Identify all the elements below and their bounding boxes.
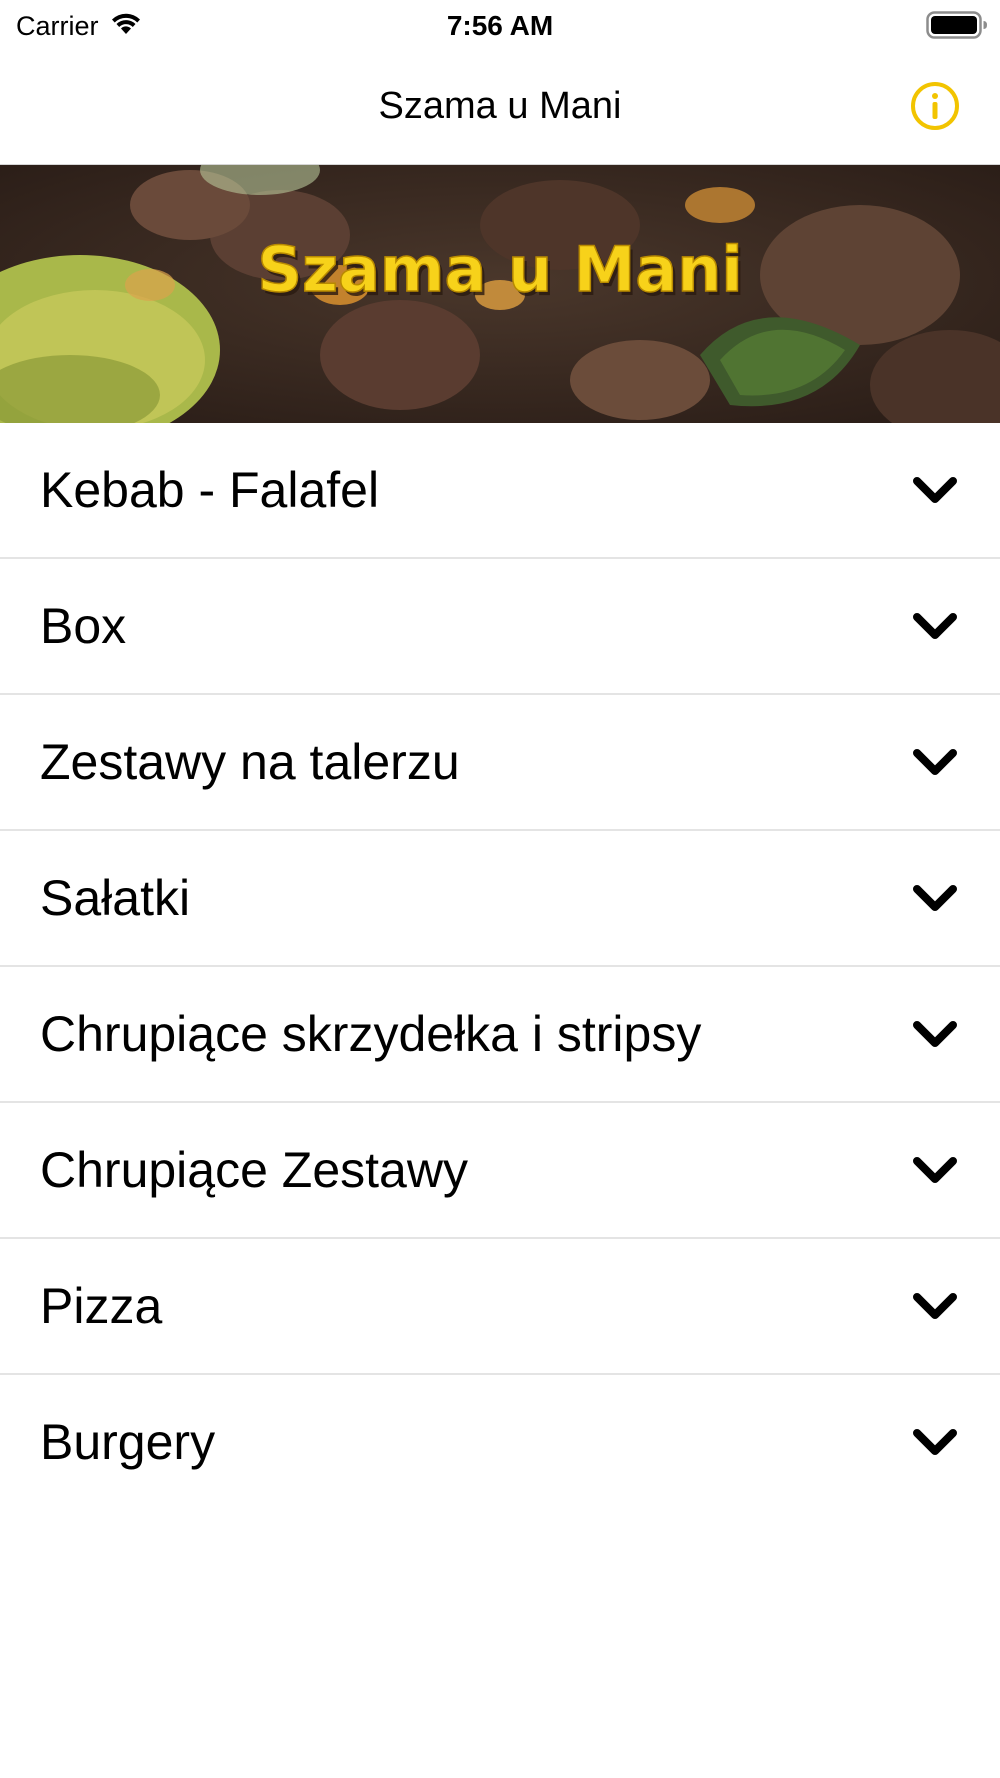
category-item-box[interactable]: Box [0,559,1000,695]
category-list: Kebab - Falafel Box Zestawy na talerzu S… [0,423,1000,1509]
category-label: Kebab - Falafel [40,462,380,518]
category-label: Burgery [40,1414,216,1470]
navigation-bar: Szama u Mani [0,52,1000,165]
category-label: Chrupiące Zestawy [40,1142,468,1198]
chevron-down-icon [913,613,957,639]
category-label: Zestawy na talerzu [40,734,460,790]
chevron-down-icon [913,749,957,775]
category-item-burgery[interactable]: Burgery [0,1375,1000,1509]
info-button[interactable] [910,81,960,131]
category-label: Sałatki [40,870,191,926]
battery-full-icon [926,10,988,40]
category-label: Chrupiące skrzydełka i stripsy [40,1006,702,1062]
chevron-down-icon [913,1293,957,1319]
category-item-chrupiace-zestawy[interactable]: Chrupiące Zestawy [0,1103,1000,1239]
app-screen: Carrier 7:56 AM Szama u Mani Szama u Man… [0,0,1000,1778]
chevron-down-icon [913,1429,957,1455]
chevron-down-icon [913,885,957,911]
chevron-down-icon [913,477,957,503]
banner-logo-text: Szama u Mani [257,233,742,306]
category-item-chrupiace-skrzydelka[interactable]: Chrupiące skrzydełka i stripsy [0,967,1000,1103]
status-bar: Carrier 7:56 AM [0,0,1000,52]
header-banner-image: Szama u Mani Szama u Mani [0,165,1000,423]
category-label: Pizza [40,1278,163,1334]
category-label: Box [40,598,127,654]
chevron-down-icon [913,1021,957,1047]
category-item-kebab-falafel[interactable]: Kebab - Falafel [0,423,1000,559]
category-item-salatki[interactable]: Sałatki [0,831,1000,967]
info-circle-icon [911,82,959,130]
category-item-zestawy-na-talerzu[interactable]: Zestawy na talerzu [0,695,1000,831]
page-title: Szama u Mani [378,85,622,127]
chevron-down-icon [913,1157,957,1183]
status-time: 7:56 AM [446,10,554,41]
category-item-pizza[interactable]: Pizza [0,1239,1000,1375]
